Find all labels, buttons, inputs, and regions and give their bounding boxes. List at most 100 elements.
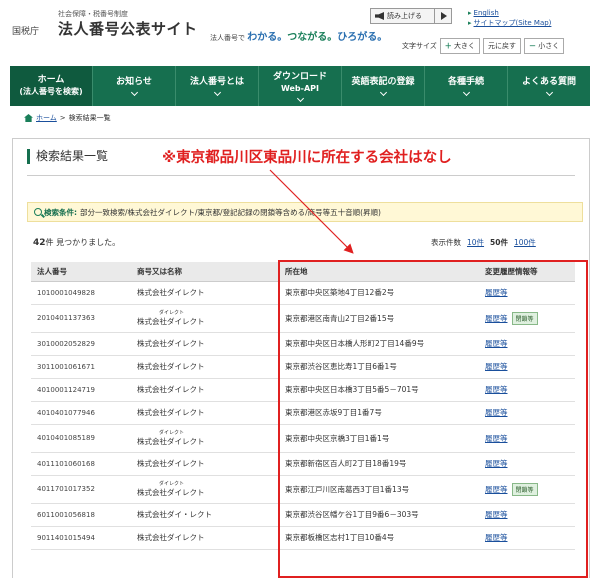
slogan: 法人番号で わかる。つながる。ひろがる。 [210,28,387,43]
corp-number: 3011001061671 [31,355,131,379]
site-header: 社会保障・税番号制度 国税庁 法人番号公表サイト 法人番号で わかる。つながる。… [0,0,600,64]
speaker-icon [375,12,384,20]
play-icon[interactable] [434,8,452,24]
main-nav: ホーム (法人番号を検索) お知らせ 法人番号とは ダウンロード Web-API… [10,66,590,106]
corp-number: 4010401085189 [31,424,131,453]
breadcrumb-separator: > [59,114,66,122]
font-bigger-button[interactable]: ＋ 大きく [439,38,481,54]
sitemap-link[interactable]: サイトマップ(Site Map) [468,18,552,28]
plus-icon: ＋ [444,42,452,50]
minus-icon: － [529,42,537,50]
breadcrumb-current: 検索結果一覧 [68,114,111,122]
corp-number: 6011001056818 [31,503,131,527]
font-size-controls: 文字サイズ ＋ 大きく 元に戻す － 小さく [402,38,565,54]
site-logo[interactable]: 法人番号公表サイト [58,18,198,39]
corp-number: 3010002052829 [31,332,131,356]
result-count: 42件 見つかりました。 [33,237,120,248]
page-size-selector: 表示件数 10件 50件 100件 [431,237,536,248]
corp-name-cell: 株式会社ダイレクト [131,401,279,425]
nav-label: ダウンロード [272,71,327,82]
annotation-text: ※東京都品川区東品川に所在する会社はなし [162,150,452,166]
nav-item-download[interactable]: ダウンロード Web-API [259,66,342,106]
result-count-suffix: 件 見つかりました。 [45,238,121,247]
corp-name-ruby: ダイレクト [159,429,185,436]
chevron-down-icon [462,88,470,97]
nav-label: 英語表記の登録 [351,77,415,87]
col-header-name: 商号又は名称 [131,262,279,282]
corp-number: 9011401015494 [31,526,131,550]
read-aloud-label: 読み上げる [387,12,422,20]
font-size-label: 文字サイズ [402,42,437,50]
chevron-down-icon [213,88,221,97]
corp-name: 株式会社ダイレクト [137,487,205,497]
corp-name-ruby: ダイレクト [159,309,185,316]
title-divider [27,175,575,176]
corp-name-cell: 株式会社ダイ・レクト [131,503,279,527]
nav-label: 各種手続 [447,77,484,87]
corp-name-cell: 株式会社ダイレクト [131,355,279,379]
nav-sublabel: (法人番号を検索) [19,87,83,96]
conditions-label: 検索条件: [44,207,77,217]
corp-name: 株式会社ダイ・レクト [137,510,212,519]
slogan-word-3: ひろがる。 [337,32,388,43]
nav-item-faq[interactable]: よくある質問 [508,66,590,106]
page-size-label: 表示件数 [431,238,461,247]
nav-item-about[interactable]: 法人番号とは [176,66,259,106]
font-smaller-button[interactable]: － 小さく [524,38,565,54]
col-header-number: 法人番号 [31,262,131,282]
page-title: 検索結果一覧 [27,149,108,164]
nav-label: ホーム [37,75,65,85]
english-link[interactable]: English [468,8,551,18]
search-conditions: 検索条件: 部分一致検索/株式会社ダイレクト/東京都/登記記録の閉鎖等含める/商… [27,202,583,222]
nav-item-english[interactable]: 英語表記の登録 [342,66,425,106]
corp-number: 4010001124719 [31,378,131,402]
nav-sublabel: Web-API [280,83,320,93]
corp-name-cell: 株式会社ダイレクト [131,452,279,476]
nav-item-procedures[interactable]: 各種手続 [425,66,508,106]
corp-name: 株式会社ダイレクト [137,385,205,394]
font-smaller-label: 小さく [538,42,560,50]
corp-name-cell: 株式会社ダイレクト [131,281,279,305]
breadcrumb: ホーム > 検索結果一覧 [24,113,111,123]
chevron-down-icon [379,88,387,97]
highlight-box [278,260,588,578]
brand-org: 国税庁 [12,27,40,37]
corp-number: 4011701017352 [31,475,131,504]
page-size-10[interactable]: 10件 [467,237,484,248]
nav-label: よくある質問 [521,77,576,87]
corp-name-cell: ダイレクト 株式会社ダイレクト [131,424,279,453]
nav-label: お知らせ [116,77,152,87]
page-size-100[interactable]: 100件 [514,237,536,248]
corp-name-cell: 株式会社ダイレクト [131,378,279,402]
nav-item-news[interactable]: お知らせ [93,66,176,106]
chevron-down-icon [130,88,138,97]
corp-number: 2010401137363 [31,304,131,333]
font-bigger-label: 大きく [454,42,476,50]
nav-item-home[interactable]: ホーム (法人番号を検索) [10,66,93,106]
corp-name: 株式会社ダイレクト [137,459,205,468]
corp-name-cell: ダイレクト 株式会社ダイレクト [131,304,279,333]
corp-name-ruby: ダイレクト [159,480,185,487]
slogan-word-2: つながる。 [287,32,338,43]
corp-name-cell: 株式会社ダイレクト [131,332,279,356]
corp-name-cell: ダイレクト 株式会社ダイレクト [131,475,279,504]
slogan-word-1: わかる。 [247,32,288,43]
breadcrumb-home[interactable]: ホーム [36,113,57,123]
search-icon [34,208,42,216]
corp-number: 1010001049828 [31,281,131,305]
corp-number: 4010401077946 [31,401,131,425]
corp-name: 株式会社ダイレクト [137,362,205,371]
font-reset-button[interactable]: 元に戻す [483,38,522,54]
nav-label: 法人番号とは [189,77,244,87]
corp-name: 株式会社ダイレクト [137,316,205,326]
header-links: English サイトマップ(Site Map) [468,8,552,28]
slogan-prefix: 法人番号で [210,34,245,42]
corp-number: 4011101060168 [31,452,131,476]
corp-name: 株式会社ダイレクト [137,408,205,417]
corp-name: 株式会社ダイレクト [137,288,205,297]
corp-name-cell: 株式会社ダイレクト [131,526,279,550]
home-icon [24,114,33,122]
corp-name: 株式会社ダイレクト [137,533,205,542]
corp-name: 株式会社ダイレクト [137,436,205,446]
conditions-text: 部分一致検索/株式会社ダイレクト/東京都/登記記録の閉鎖等含める/商号等五十音順… [80,207,381,217]
